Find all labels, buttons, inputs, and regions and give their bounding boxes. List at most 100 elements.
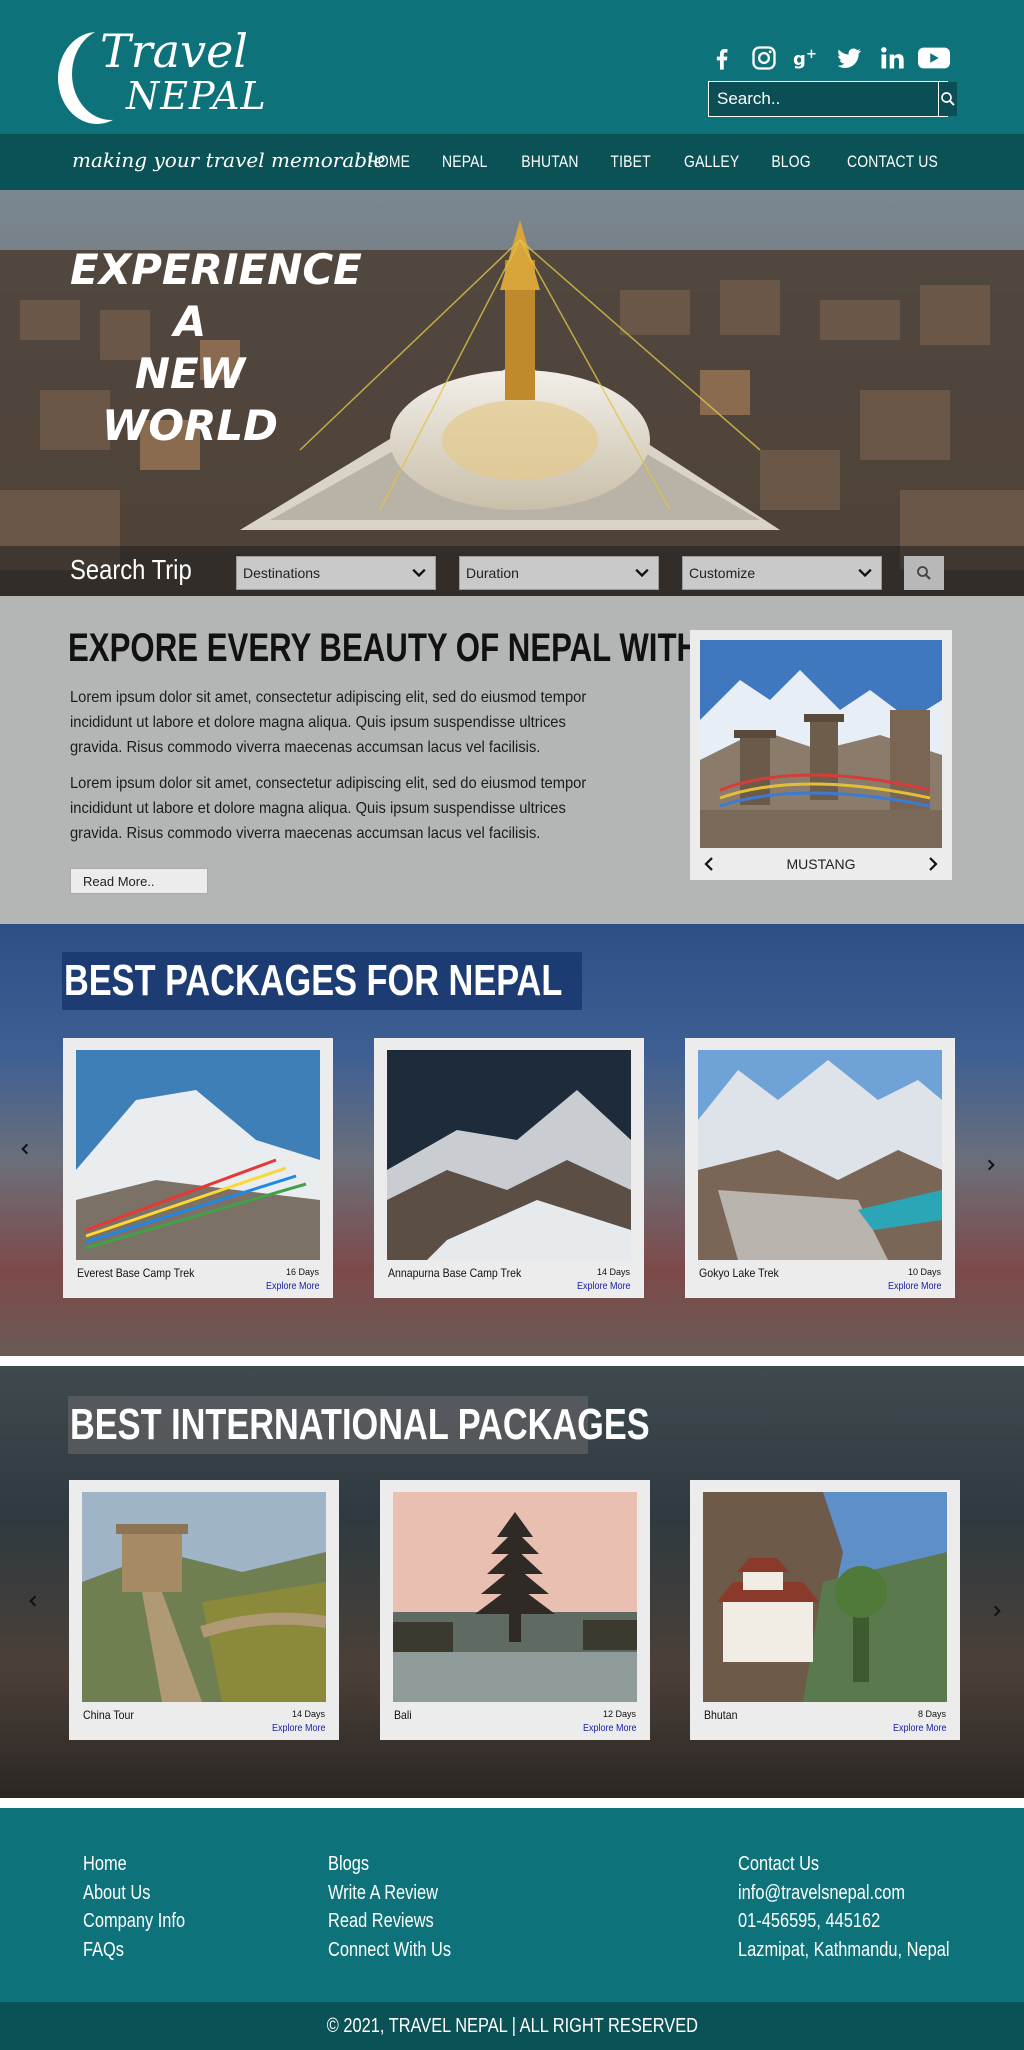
package-duration: 14 Days xyxy=(291,1709,325,1719)
customize-select[interactable]: Customize xyxy=(682,556,882,590)
package-card[interactable]: China Tour 14 Days Explore More xyxy=(69,1480,339,1740)
carousel-next-button[interactable] xyxy=(986,1600,1008,1622)
logo-line-1: Travel xyxy=(100,24,249,78)
section-title-bar: BEST INTERNATIONAL PACKAGES xyxy=(68,1396,650,1454)
package-duration: 8 Days xyxy=(917,1709,946,1719)
customize-select-value: Customize xyxy=(689,565,756,581)
facebook-icon[interactable] xyxy=(706,42,738,74)
search-trip-label: Search Trip xyxy=(70,554,192,585)
linkedin-icon[interactable] xyxy=(876,42,908,74)
explore-more-link[interactable]: Explore More xyxy=(576,1281,630,1292)
youtube-icon[interactable] xyxy=(917,42,950,74)
destinations-select[interactable]: Destinations xyxy=(236,556,436,590)
copyright-bar: © 2021, TRAVEL NEPAL | ALL RIGHT RESERVE… xyxy=(0,2002,1024,2050)
nav-item-gallery[interactable]: GALLEY xyxy=(684,152,739,172)
nav-menu: HOME NEPAL BHUTAN TIBET GALLEY BLOG CONT… xyxy=(363,134,948,190)
package-card[interactable]: Everest Base Camp Trek 16 Days Explore M… xyxy=(63,1038,333,1298)
search-trip-bar: Search Trip Destinations Duration Custom… xyxy=(0,546,1024,596)
copyright-text: © 2021, TRAVEL NEPAL | ALL RIGHT RESERVE… xyxy=(326,2014,698,2037)
package-card[interactable]: Gokyo Lake Trek 10 Days Explore More xyxy=(685,1038,955,1298)
twitter-icon[interactable] xyxy=(833,42,865,74)
chevron-right-icon xyxy=(993,1605,1001,1617)
explore-more-link[interactable]: Explore More xyxy=(892,1723,946,1734)
destinations-select-value: Destinations xyxy=(243,565,321,581)
google-plus-icon[interactable]: g + xyxy=(791,42,823,74)
package-name: Bali xyxy=(394,1708,412,1722)
svg-text:+: + xyxy=(806,47,817,62)
intro-section: EXPORE EVERY BEAUTY OF NEPAL WITH US Lor… xyxy=(0,596,1024,924)
logo[interactable]: Travel NEPAL xyxy=(70,18,266,128)
intro-paragraph: Lorem ipsum dolor sit amet, consectetur … xyxy=(70,775,587,842)
section-title: BEST INTERNATIONAL PACKAGES xyxy=(70,1400,650,1449)
instagram-icon[interactable] xyxy=(748,42,780,74)
explore-more-link[interactable]: Explore More xyxy=(887,1281,941,1292)
footer-contact-heading[interactable]: Contact Us xyxy=(738,1850,950,1879)
footer-link-read-reviews[interactable]: Read Reviews xyxy=(328,1907,451,1936)
footer-link-home[interactable]: Home xyxy=(83,1850,185,1879)
package-duration: 14 Days xyxy=(596,1267,630,1277)
intro-paragraph: Lorem ipsum dolor sit amet, consectetur … xyxy=(70,689,587,756)
featured-caption: MUSTANG xyxy=(786,856,856,872)
explore-more-link[interactable]: Explore More xyxy=(271,1723,325,1734)
carousel-next-button[interactable] xyxy=(980,1154,1002,1176)
package-name: Everest Base Camp Trek xyxy=(77,1266,195,1280)
chevron-left-icon xyxy=(29,1595,37,1607)
package-duration: 12 Days xyxy=(602,1709,636,1719)
footer-link-about[interactable]: About Us xyxy=(83,1879,185,1908)
search-input[interactable] xyxy=(709,82,938,116)
section-divider xyxy=(0,1798,1024,1808)
footer-link-write-review[interactable]: Write A Review xyxy=(328,1879,451,1908)
footer-link-company-info[interactable]: Company Info xyxy=(83,1907,185,1936)
footer-contact-phone: 01-456595, 445162 xyxy=(738,1910,881,1932)
duration-select[interactable]: Duration xyxy=(459,556,659,590)
trip-search-button[interactable] xyxy=(904,556,944,590)
footer-link-blogs[interactable]: Blogs xyxy=(328,1850,451,1879)
great-wall-photo xyxy=(82,1492,326,1702)
footer-column-company: Home About Us Company Info FAQs xyxy=(83,1850,208,1964)
explore-more-link[interactable]: Explore More xyxy=(582,1723,636,1734)
social-links: g + xyxy=(706,42,950,74)
package-card[interactable]: Annapurna Base Camp Trek 14 Days Explore… xyxy=(374,1038,644,1298)
nav-item-home[interactable]: HOME xyxy=(368,152,410,172)
main-nav: making your travel memorable HOME NEPAL … xyxy=(0,134,1024,190)
bhutan-photo xyxy=(703,1492,947,1702)
package-name: Bhutan xyxy=(704,1708,738,1722)
nepal-packages-section: BEST PACKAGES FOR NEPAL Everest Base Cam… xyxy=(0,924,1024,1356)
chevron-left-icon[interactable] xyxy=(700,855,718,873)
explore-more-link[interactable]: Explore More xyxy=(265,1281,319,1292)
package-duration: 16 Days xyxy=(285,1267,319,1277)
search-icon xyxy=(917,566,931,580)
section-title: BEST PACKAGES FOR NEPAL xyxy=(64,956,563,1005)
carousel-prev-button[interactable] xyxy=(14,1138,36,1160)
chevron-down-icon xyxy=(635,568,649,578)
package-name: Gokyo Lake Trek xyxy=(699,1266,779,1280)
read-more-button[interactable]: Read More.. xyxy=(70,868,208,894)
footer-link-faqs[interactable]: FAQs xyxy=(83,1936,185,1965)
search-box xyxy=(708,81,957,117)
hero-line-3: NEW WORLD xyxy=(102,349,278,450)
package-card[interactable]: Bali 12 Days Explore More xyxy=(380,1480,650,1740)
everest-photo xyxy=(76,1050,320,1260)
annapurna-photo xyxy=(387,1050,631,1260)
tagline: making your travel memorable xyxy=(72,148,386,172)
section-divider xyxy=(0,1356,1024,1366)
gokyo-photo xyxy=(698,1050,942,1260)
footer-contact-email[interactable]: info@travelsnepal.com xyxy=(738,1879,950,1908)
site-footer: Home About Us Company Info FAQs Blogs Wr… xyxy=(0,1808,1024,2002)
mustang-photo xyxy=(700,640,942,848)
package-name: Annapurna Base Camp Trek xyxy=(388,1266,522,1280)
duration-select-value: Duration xyxy=(466,565,519,581)
search-icon xyxy=(941,92,955,106)
nav-item-nepal[interactable]: NEPAL xyxy=(442,152,488,172)
hero-headline: EXPERIENCE A NEW WORLD xyxy=(70,244,362,452)
carousel-prev-button[interactable] xyxy=(22,1590,44,1612)
nav-item-tibet[interactable]: TIBET xyxy=(611,152,651,172)
nav-item-blog[interactable]: BLOG xyxy=(771,152,810,172)
footer-link-connect[interactable]: Connect With Us xyxy=(328,1936,451,1965)
nav-item-bhutan[interactable]: BHUTAN xyxy=(521,152,578,172)
package-card[interactable]: Bhutan 8 Days Explore More xyxy=(690,1480,960,1740)
chevron-right-icon[interactable] xyxy=(924,855,942,873)
nav-item-contact[interactable]: CONTACT US xyxy=(847,152,938,172)
footer-column-contact: Contact Us info@travelsnepal.com 01-4565… xyxy=(738,1850,996,1964)
search-button[interactable] xyxy=(938,82,957,116)
